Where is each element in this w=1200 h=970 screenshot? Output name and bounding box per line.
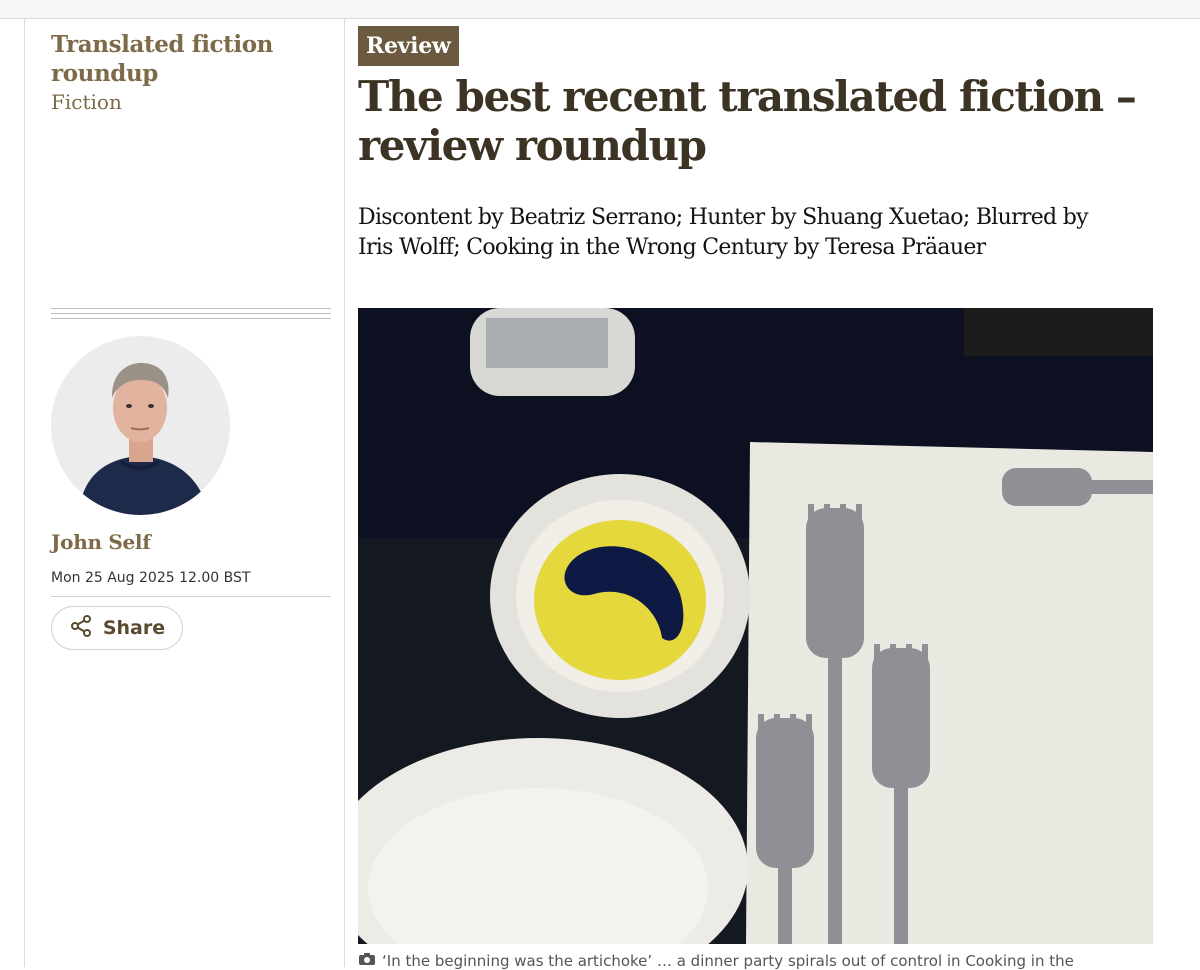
share-label: Share bbox=[103, 617, 165, 639]
series-title-link[interactable]: Translated fiction roundup bbox=[51, 30, 331, 88]
hero-image bbox=[358, 308, 1153, 944]
publish-date: Mon 25 Aug 2025 12.00 BST bbox=[51, 570, 250, 586]
content-column-divider bbox=[344, 18, 345, 967]
browser-top-bar bbox=[0, 0, 1200, 19]
caption-text: ‘In the beginning was the artichoke’ … a… bbox=[382, 952, 1074, 970]
review-badge: Review bbox=[358, 26, 459, 66]
camera-icon bbox=[358, 952, 376, 970]
section-link[interactable]: Fiction bbox=[51, 89, 122, 115]
hero-caption: ‘In the beginning was the artichoke’ … a… bbox=[358, 952, 1158, 970]
author-avatar bbox=[51, 336, 230, 515]
author-name-link[interactable]: John Self bbox=[51, 530, 151, 554]
share-icon bbox=[69, 614, 93, 642]
share-button[interactable]: Share bbox=[51, 606, 183, 650]
decorative-rules bbox=[51, 308, 331, 323]
left-column-divider bbox=[24, 18, 25, 967]
article-headline: The best recent translated fiction – rev… bbox=[358, 72, 1158, 170]
divider bbox=[51, 596, 331, 597]
article-standfirst: Discontent by Beatriz Serrano; Hunter by… bbox=[358, 203, 1118, 263]
